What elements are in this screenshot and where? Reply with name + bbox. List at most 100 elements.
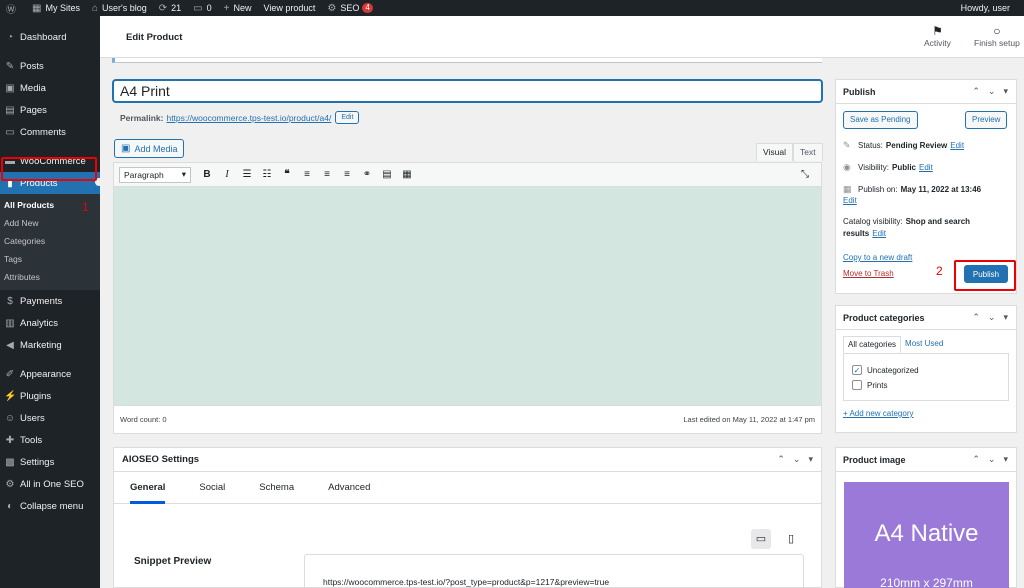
italic-icon[interactable]: I: [217, 169, 237, 180]
toggle-panel-icon[interactable]: ▾: [1003, 454, 1008, 465]
submenu-item-add-new[interactable]: Add New: [0, 214, 100, 232]
sidebar-item-marketing[interactable]: ◀ Marketing: [0, 334, 100, 356]
page-title: Edit Product: [126, 32, 183, 43]
new-content-link[interactable]: + New: [218, 0, 258, 16]
sidebar-item-payments[interactable]: $ Payments: [0, 290, 100, 312]
chevron-down-icon[interactable]: ⌄: [988, 454, 996, 465]
checkbox-checked[interactable]: ✓: [852, 365, 862, 375]
more-tag-icon[interactable]: ▤: [377, 169, 397, 180]
tab-social[interactable]: Social: [199, 472, 225, 504]
catalog-visibility-edit-link[interactable]: Edit: [872, 229, 886, 238]
fullscreen-icon[interactable]: ⤡: [795, 169, 815, 180]
chevron-up-icon[interactable]: ⌃: [972, 454, 980, 465]
my-sites-link[interactable]: ▦ My Sites: [26, 0, 86, 16]
toggle-panel-icon[interactable]: ▾: [808, 454, 813, 465]
calendar-icon: ▦: [843, 184, 852, 194]
align-center-icon[interactable]: ≡: [317, 169, 337, 180]
product-title-input[interactable]: [113, 80, 822, 102]
product-image-thumbnail[interactable]: A4 Native 210mm x 297mm: [844, 482, 1009, 588]
editor-tab-text[interactable]: Text: [793, 143, 823, 161]
activity-button[interactable]: ⚑ Activity: [924, 24, 951, 48]
comment-icon: ▭: [5, 126, 15, 138]
desktop-icon[interactable]: ▭: [751, 529, 771, 549]
checkbox-unchecked[interactable]: [852, 380, 862, 390]
copy-to-draft-link[interactable]: Copy to a new draft: [843, 253, 912, 262]
sidebar-item-plugins[interactable]: ⚡ Plugins: [0, 385, 100, 407]
align-left-icon[interactable]: ≡: [297, 169, 317, 180]
toggle-panel-icon[interactable]: ▾: [1003, 86, 1008, 97]
sidebar-item-settings[interactable]: ▩ Settings: [0, 451, 100, 473]
media-icon: ▣: [121, 143, 131, 154]
blockquote-icon[interactable]: ❝: [277, 169, 297, 180]
permalink-row: Permalink: https://woocommerce.tps-test.…: [120, 111, 360, 124]
snippet-preview-label: Snippet Preview: [134, 556, 212, 567]
annotation-box-products: [1, 157, 97, 181]
tab-most-used[interactable]: Most Used: [901, 336, 947, 353]
category-item-prints[interactable]: Prints: [852, 380, 887, 390]
chevron-down-icon[interactable]: ⌄: [793, 454, 801, 465]
comments-link[interactable]: ▭ 0: [187, 0, 217, 16]
publish-on-edit-link[interactable]: Edit: [843, 196, 857, 205]
user-account-link[interactable]: Howdy, user: [955, 0, 1024, 16]
visibility-edit-link[interactable]: Edit: [919, 163, 933, 172]
editor-tab-visual[interactable]: Visual: [756, 143, 793, 161]
mobile-icon[interactable]: ▯: [781, 529, 801, 549]
category-item-uncategorized[interactable]: ✓ Uncategorized: [852, 365, 919, 375]
sidebar-item-posts[interactable]: ✎ Posts: [0, 55, 100, 77]
sidebar-item-dashboard[interactable]: ◔ Dashboard: [0, 26, 100, 48]
submenu-item-attributes[interactable]: Attributes: [0, 268, 100, 286]
last-edited: Last edited on May 11, 2022 at 1:47 pm: [683, 415, 815, 424]
chevron-up-icon[interactable]: ⌃: [972, 86, 980, 97]
chevron-up-icon[interactable]: ⌃: [972, 312, 980, 323]
align-right-icon[interactable]: ≡: [337, 169, 357, 180]
add-media-button[interactable]: ▣ Add Media: [114, 139, 185, 158]
toolbar-toggle-icon[interactable]: ▦: [397, 169, 417, 180]
visibility-value: Public: [891, 163, 916, 172]
sidebar-item-analytics[interactable]: ▥ Analytics: [0, 312, 100, 334]
move-to-trash-link[interactable]: Move to Trash: [843, 269, 894, 278]
seo-icon: ⚙: [5, 478, 15, 490]
sidebar-item-users[interactable]: ☺ Users: [0, 407, 100, 429]
finish-setup-button[interactable]: ○ Finish setup: [974, 24, 1020, 48]
numbered-list-icon[interactable]: ☷: [257, 169, 277, 180]
sidebar-item-comments[interactable]: ▭ Comments: [0, 121, 100, 143]
sidebar-item-pages[interactable]: ▤ Pages: [0, 99, 100, 121]
seo-menu-link[interactable]: ⚙ SEO 4: [321, 0, 378, 16]
view-product-link[interactable]: View product: [258, 0, 322, 16]
permalink-edit-button[interactable]: Edit: [335, 111, 360, 124]
sidebar-item-media[interactable]: ▣ Media: [0, 77, 100, 99]
updates-link[interactable]: ⟳ 21: [153, 0, 187, 16]
submenu-item-tags[interactable]: Tags: [0, 250, 100, 268]
chevron-down-icon[interactable]: ⌄: [988, 86, 996, 97]
submenu-item-categories[interactable]: Categories: [0, 232, 100, 250]
sidebar-collapse-menu[interactable]: ◐ Collapse menu: [0, 495, 100, 517]
add-new-category-link[interactable]: + Add new category: [843, 409, 914, 418]
sidebar-item-appearance[interactable]: ✐ Appearance: [0, 363, 100, 385]
payments-icon: $: [7, 295, 13, 307]
permalink-url[interactable]: https://woocommerce.tps-test.io/product/…: [166, 113, 331, 123]
toggle-panel-icon[interactable]: ▾: [1003, 312, 1008, 323]
page-header: Edit Product ⚑ Activity ○ Finish setup: [100, 16, 1024, 58]
sidebar-item-tools[interactable]: ✚ Tools: [0, 429, 100, 451]
sidebar-item-all-in-one-seo[interactable]: ⚙ All in One SEO: [0, 473, 100, 495]
chevron-down-icon[interactable]: ⌄: [988, 312, 996, 323]
product-image-title: A4 Native: [874, 520, 979, 547]
chevron-up-icon[interactable]: ⌃: [777, 454, 785, 465]
preview-button[interactable]: Preview: [965, 111, 1008, 129]
status-row: ✎ Status: Pending Review Edit: [843, 140, 965, 150]
bold-icon[interactable]: B: [197, 169, 217, 180]
tab-advanced[interactable]: Advanced: [328, 472, 370, 504]
format-select[interactable]: Paragraph ▾: [119, 166, 191, 183]
tab-general[interactable]: General: [130, 472, 166, 504]
status-edit-link[interactable]: Edit: [950, 141, 964, 150]
tab-all-categories[interactable]: All categories: [843, 336, 902, 353]
publish-on-value: May 11, 2022 at 13:46: [900, 185, 982, 194]
editor-content-area[interactable]: [114, 187, 821, 405]
link-icon[interactable]: ⚭: [357, 169, 377, 180]
save-as-pending-button[interactable]: Save as Pending: [843, 111, 918, 129]
eye-icon: ◉: [843, 162, 851, 172]
wordpress-logo[interactable]: Ⓦ: [0, 0, 26, 16]
tab-schema[interactable]: Schema: [259, 472, 294, 504]
site-name-link[interactable]: ⌂ User's blog: [86, 0, 153, 16]
bullet-list-icon[interactable]: ☰: [237, 169, 257, 180]
